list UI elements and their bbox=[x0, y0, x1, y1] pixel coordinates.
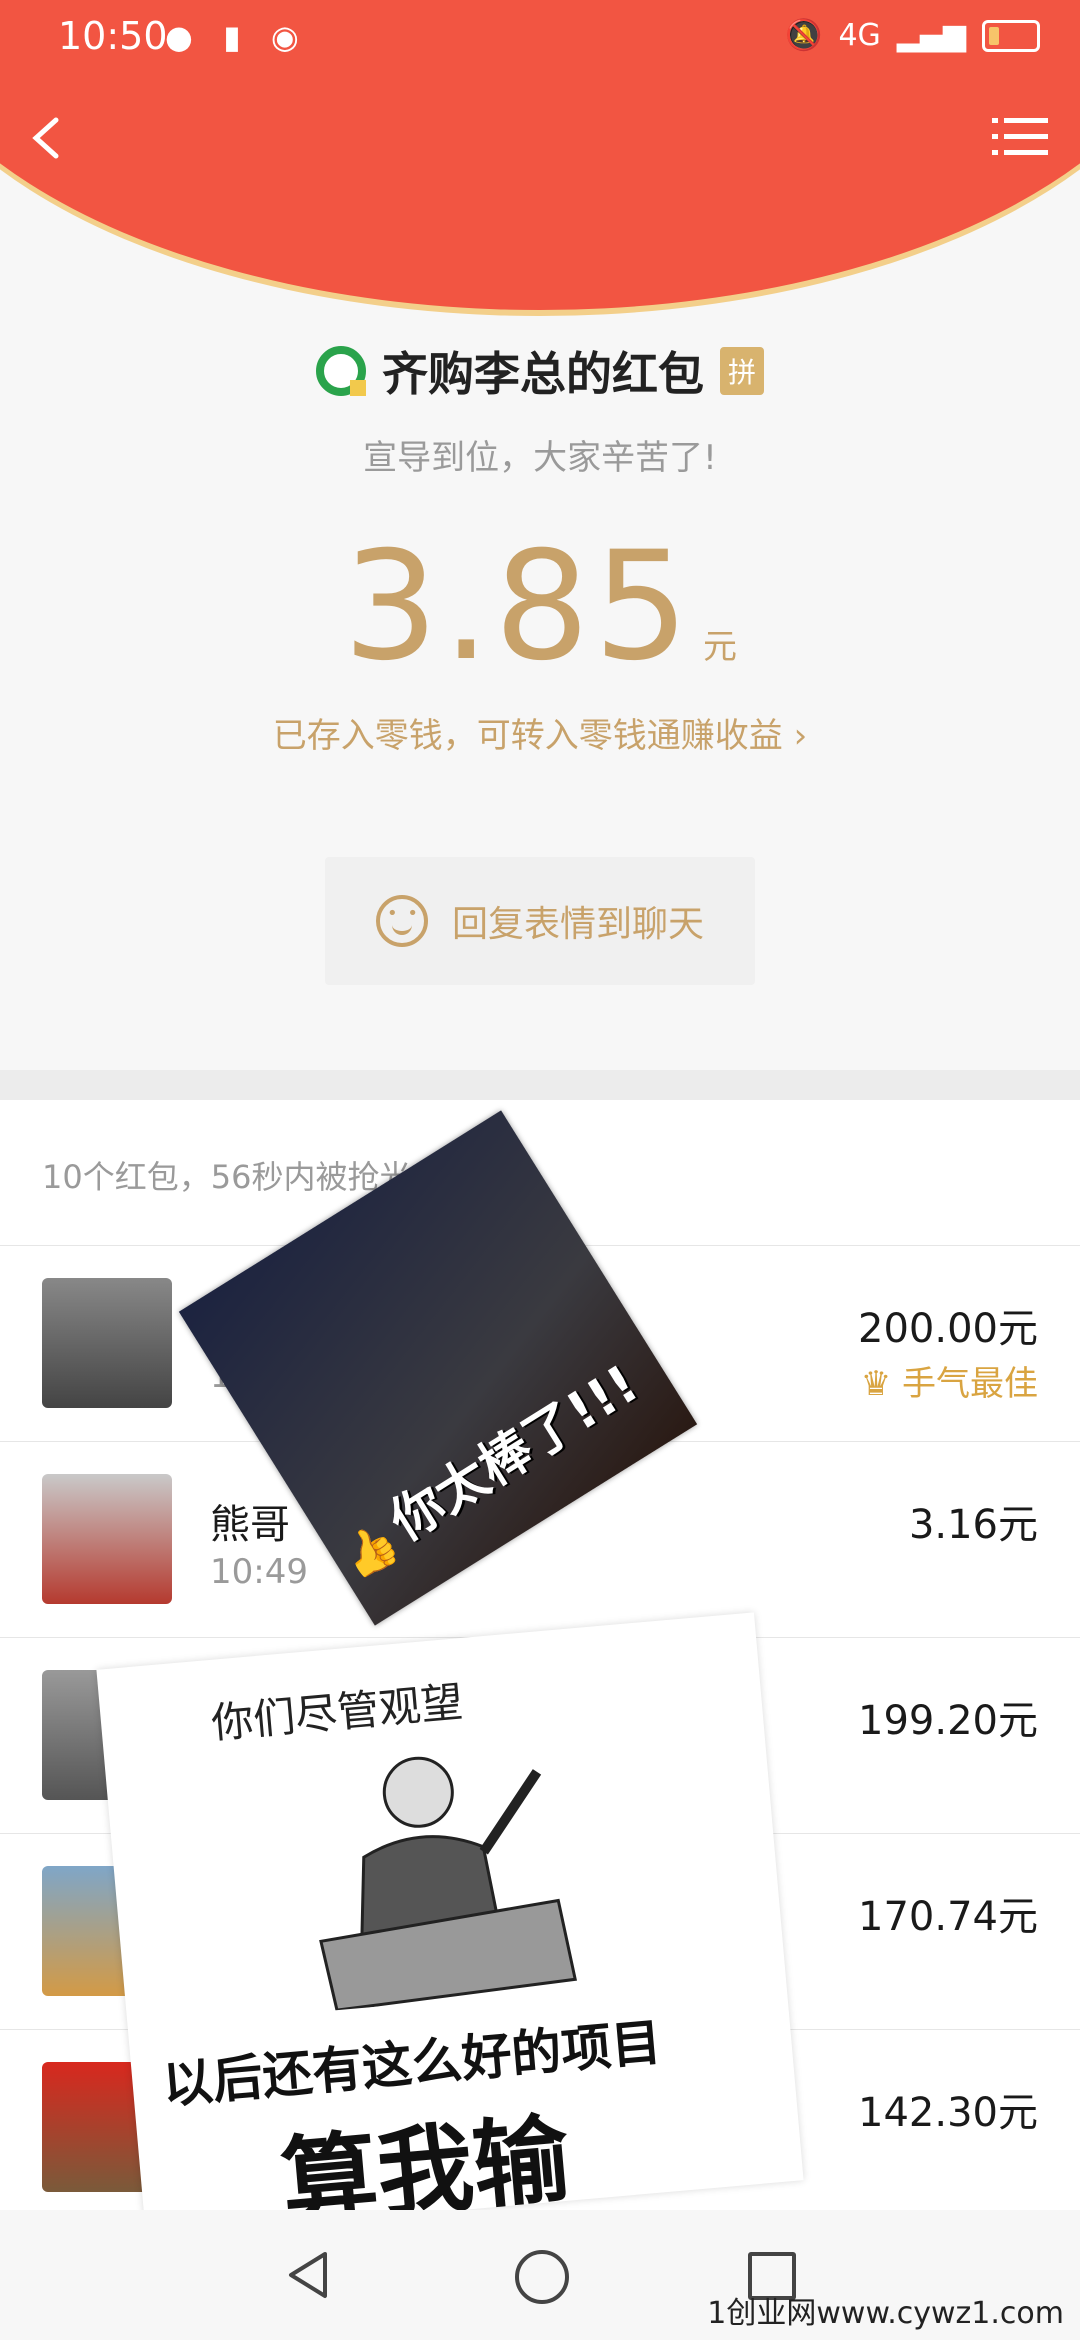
list-menu-button[interactable] bbox=[990, 112, 1050, 162]
section-divider bbox=[0, 1070, 1080, 1100]
reply-emoji-button[interactable]: 回复表情到聊天 bbox=[325, 857, 755, 985]
speaker-figure-icon bbox=[319, 1756, 578, 2012]
nav-home-button[interactable] bbox=[515, 2250, 569, 2304]
red-packet-header: 10:50 ● ▮ ◉ 🔕 4G ▂▄▆ bbox=[0, 0, 1080, 320]
system-icons: 🔕 4G ▂▄▆ bbox=[785, 18, 1040, 53]
crown-icon: ♛ bbox=[860, 1364, 902, 1404]
mute-icon: 🔕 bbox=[785, 18, 823, 53]
signal-icon: ▂▄▆ bbox=[896, 18, 966, 53]
status-bar: 10:50 ● ▮ ◉ 🔕 4G ▂▄▆ bbox=[0, 0, 1080, 80]
stored-note: 已存入零钱，可转入零钱通赚收益 bbox=[272, 716, 783, 756]
received-amount: 3.85 bbox=[343, 520, 693, 694]
receive-amount: 170.74元 bbox=[858, 1894, 1038, 1940]
watermark-text: 1创业网www.cywz1.com bbox=[707, 2296, 1064, 2331]
smile-icon bbox=[375, 895, 428, 947]
receiver-name: 熊哥 bbox=[210, 1502, 290, 1548]
back-button[interactable] bbox=[20, 108, 80, 168]
receive-amount: 200.00元 bbox=[858, 1306, 1038, 1352]
best-luck-badge: ♛ 手气最佳 bbox=[860, 1364, 1038, 1404]
nav-back-button[interactable] bbox=[285, 2250, 331, 2300]
group-badge: 拼 bbox=[719, 347, 764, 395]
chevron-right-icon: › bbox=[782, 716, 808, 756]
meme-sticker-speech: 你们尽管观望 以后还有这么好的项目 算我输 bbox=[96, 1612, 804, 2239]
packet-detail: 齐购李总的红包 拼 宣导到位，大家辛苦了! 3.85 元 已存入零钱，可转入零钱通… bbox=[0, 320, 1080, 1070]
status-time: 10:50 bbox=[58, 14, 168, 58]
avatar bbox=[42, 1474, 172, 1604]
system-nav-bar: 1创业网www.cywz1.com bbox=[0, 2210, 1080, 2340]
signal-label: 4G bbox=[838, 18, 881, 53]
receive-amount: 199.20元 bbox=[858, 1698, 1038, 1744]
list-summary: 10个红包，56秒内被抢光 bbox=[42, 1158, 412, 1196]
meme-top-text: 你们尽管观望 bbox=[209, 1677, 465, 1748]
stored-link[interactable]: 已存入零钱，可转入零钱通赚收益 › bbox=[0, 708, 1080, 757]
amount-unit: 元 bbox=[702, 627, 737, 667]
sender-row: 齐购李总的红包 拼 bbox=[0, 338, 1080, 404]
notification-icons: ● ▮ ◉ bbox=[165, 18, 309, 56]
receive-time: 10:49 bbox=[210, 1552, 308, 1592]
sender-name: 齐购李总的红包 bbox=[381, 347, 704, 401]
sender-logo-icon bbox=[315, 346, 366, 396]
receive-amount: 142.30元 bbox=[858, 2090, 1038, 2136]
reply-label: 回复表情到聊天 bbox=[451, 904, 704, 945]
receive-amount: 3.16元 bbox=[908, 1502, 1038, 1548]
amount-row: 3.85 元 bbox=[0, 520, 1080, 694]
greeting-text: 宣导到位，大家辛苦了! bbox=[363, 438, 717, 478]
battery-icon bbox=[982, 19, 1040, 52]
avatar bbox=[42, 1278, 172, 1408]
